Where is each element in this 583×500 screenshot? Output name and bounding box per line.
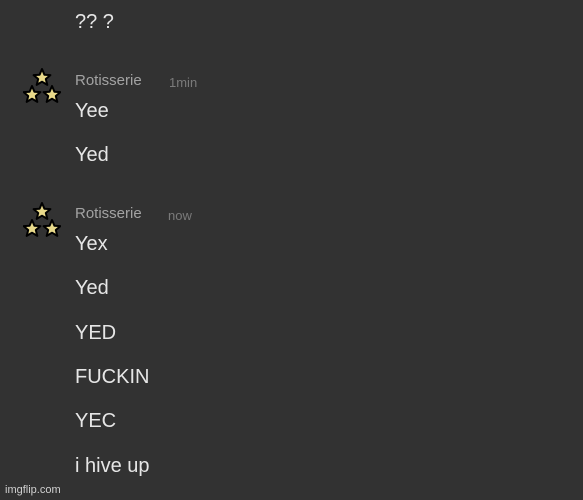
message-text: YED bbox=[75, 322, 117, 344]
message-author[interactable]: Rotisserie bbox=[75, 205, 142, 223]
user-avatar[interactable] bbox=[23, 68, 61, 104]
message-text: YEC bbox=[75, 410, 117, 432]
message-text: FUCKIN bbox=[75, 366, 150, 388]
message-timestamp: 1min bbox=[169, 75, 198, 90]
imgflip-watermark: imgflip.com bbox=[5, 484, 61, 496]
previous-message: ?? ? bbox=[75, 11, 114, 33]
message-text: Yed bbox=[75, 277, 109, 299]
message-text: i hive up bbox=[75, 455, 150, 477]
three-stars-icon bbox=[23, 68, 61, 103]
message-text: Yee bbox=[75, 100, 109, 122]
user-avatar[interactable] bbox=[23, 202, 61, 238]
message-author[interactable]: Rotisserie bbox=[75, 72, 142, 90]
chat-area: ?? ? Rotisserie 1min Yee Yed Rotisserie … bbox=[0, 0, 583, 500]
three-stars-icon bbox=[23, 202, 61, 237]
message-text: Yed bbox=[75, 144, 109, 166]
message-timestamp: now bbox=[168, 208, 192, 223]
message-text: Yex bbox=[75, 233, 108, 255]
